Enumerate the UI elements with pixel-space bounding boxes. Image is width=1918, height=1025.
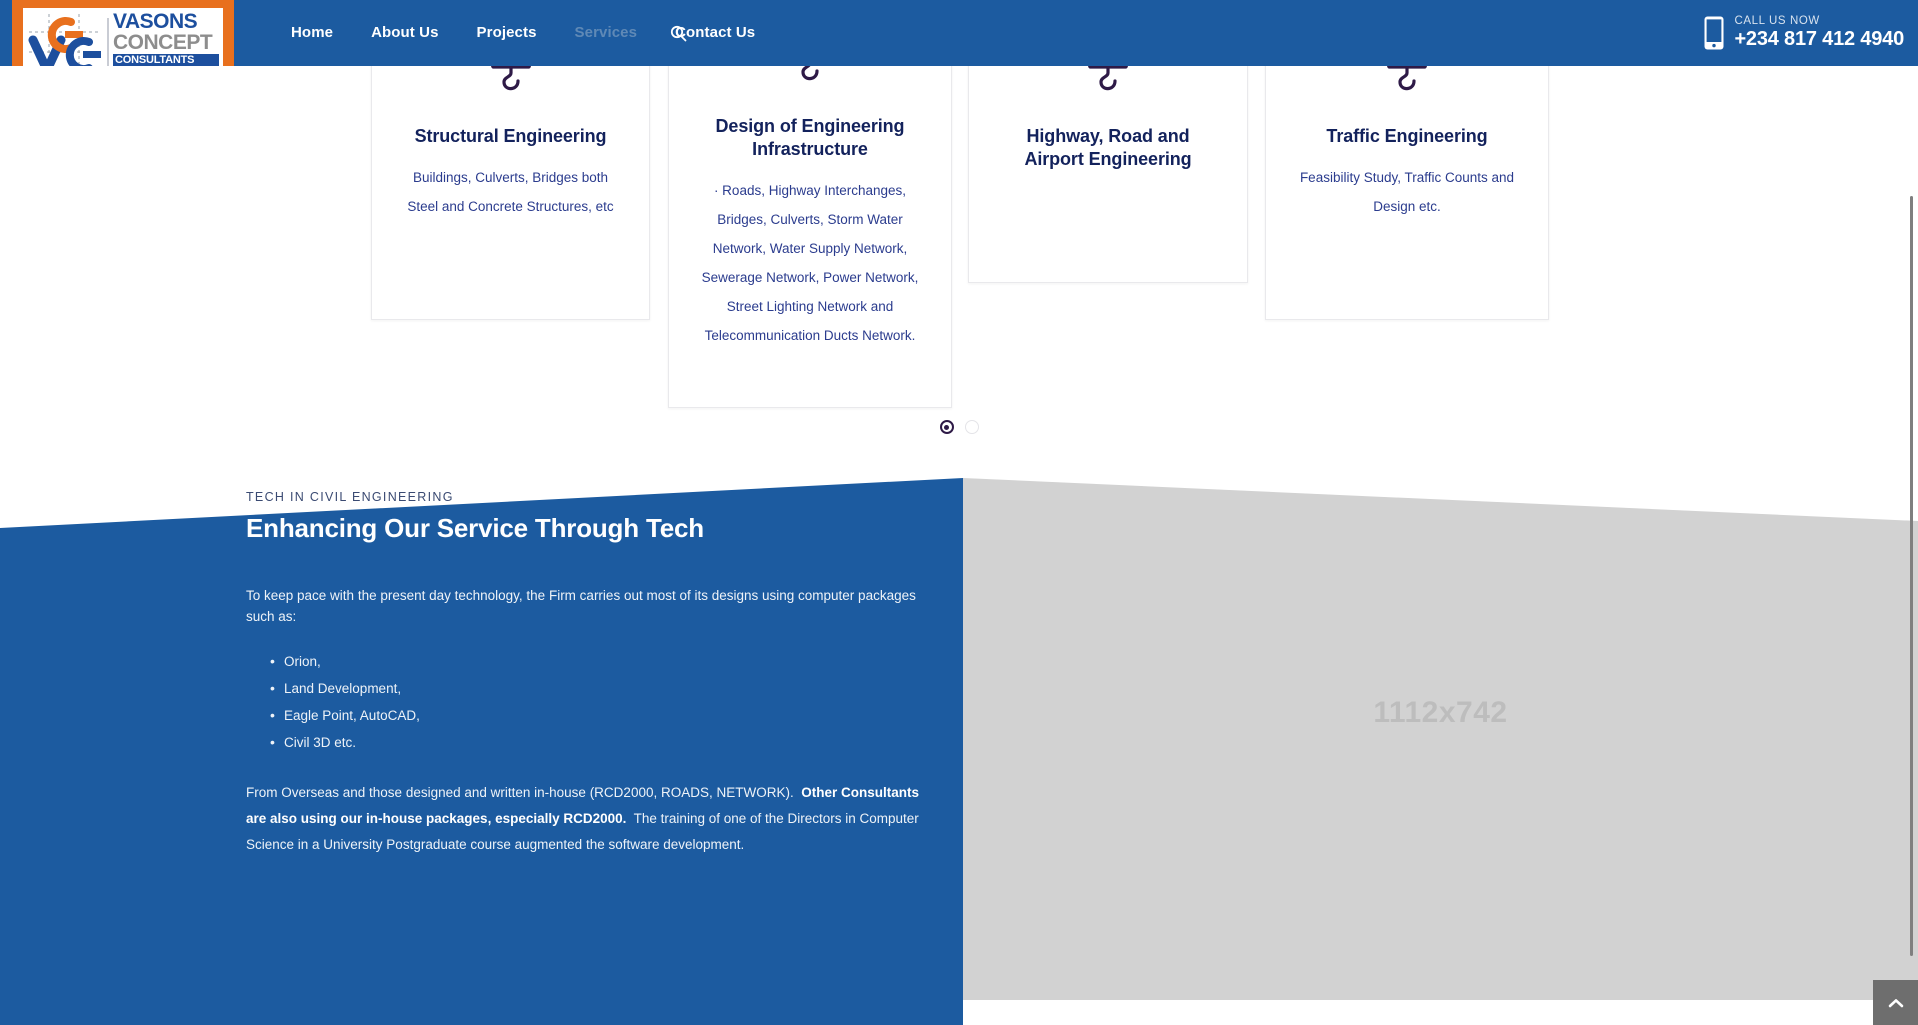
service-card-description: Feasibility Study, Traffic Counts and De…: [1299, 170, 1515, 215]
scrollbar-thumb[interactable]: [1910, 196, 1913, 956]
service-card-title: Structural Engineering: [414, 126, 607, 146]
tech-second-paragraph: From Overseas and those designed and wri…: [246, 780, 936, 859]
service-card-title: Traffic Engineering: [1326, 126, 1488, 146]
service-card-description: Buildings, Culverts, Bridges both Steel …: [407, 170, 614, 215]
logo-card: VASONS CONCEPT CONSULTANTS LTD.: [23, 8, 223, 66]
list-item: Civil 3D etc.: [270, 728, 936, 756]
page-root: Structural Engineering Buildings, Culver…: [0, 0, 1918, 1025]
tech-software-list: Orion, Land Development, Eagle Point, Au…: [270, 647, 936, 756]
call-text: CALL US NOW +234 817 412 4940: [1734, 15, 1904, 51]
nav-item-services[interactable]: Services: [556, 0, 657, 66]
list-item: Land Development,: [270, 674, 936, 702]
tech-image-placeholder: 1112x742: [963, 478, 1918, 1000]
service-card-title: Highway, Road and Airport Engineering: [1024, 126, 1192, 170]
service-card-description: · Roads, Highway Interchanges, Bridges, …: [701, 183, 919, 344]
site-header: VASONS CONCEPT CONSULTANTS LTD. Home Abo…: [0, 0, 1918, 66]
list-item: Eagle Point, AutoCAD,: [270, 701, 936, 729]
list-item: Orion,: [270, 647, 936, 675]
logo-divider: [107, 18, 109, 66]
call-label: CALL US NOW: [1734, 14, 1820, 27]
nav-item-about-us[interactable]: About Us: [352, 0, 457, 66]
service-card-title: Design of Engineering Infrastructure: [715, 116, 905, 160]
logo-line-1: VASONS: [113, 9, 198, 33]
vcc-monogram-icon: [28, 14, 101, 66]
call-phone-number: +234 817 412 4940: [1734, 28, 1904, 51]
logo-line-3: CONSULTANTS LTD.: [113, 53, 219, 66]
nav-item-projects[interactable]: Projects: [458, 0, 556, 66]
tech-section: 1112x742 TECH IN CIVIL ENGINEERING Enhan…: [0, 430, 1918, 1025]
tech-para2-part1: From Overseas and those designed and wri…: [246, 784, 802, 800]
main-navigation: Home About Us Projects Services Contact …: [272, 0, 774, 66]
search-icon[interactable]: [660, 0, 696, 66]
tech-content: TECH IN CIVIL ENGINEERING Enhancing Our …: [246, 490, 936, 859]
call-us-block[interactable]: CALL US NOW +234 817 412 4940: [1704, 0, 1904, 66]
chevron-up-icon: [1888, 998, 1903, 1007]
mobile-phone-icon: [1704, 16, 1724, 50]
nav-item-home[interactable]: Home: [272, 0, 352, 66]
logo-line-2: CONCEPT: [113, 30, 213, 54]
image-placeholder-label: 1112x742: [1373, 695, 1508, 729]
logo-wordmark: VASONS CONCEPT CONSULTANTS LTD.: [113, 9, 219, 66]
logo[interactable]: VASONS CONCEPT CONSULTANTS LTD.: [12, 0, 234, 66]
vertical-scrollbar[interactable]: [1906, 0, 1918, 1025]
tech-intro-paragraph: To keep pace with the present day techno…: [246, 588, 916, 624]
tech-eyebrow: TECH IN CIVIL ENGINEERING: [246, 490, 454, 504]
tech-heading: Enhancing Our Service Through Tech: [246, 513, 704, 543]
